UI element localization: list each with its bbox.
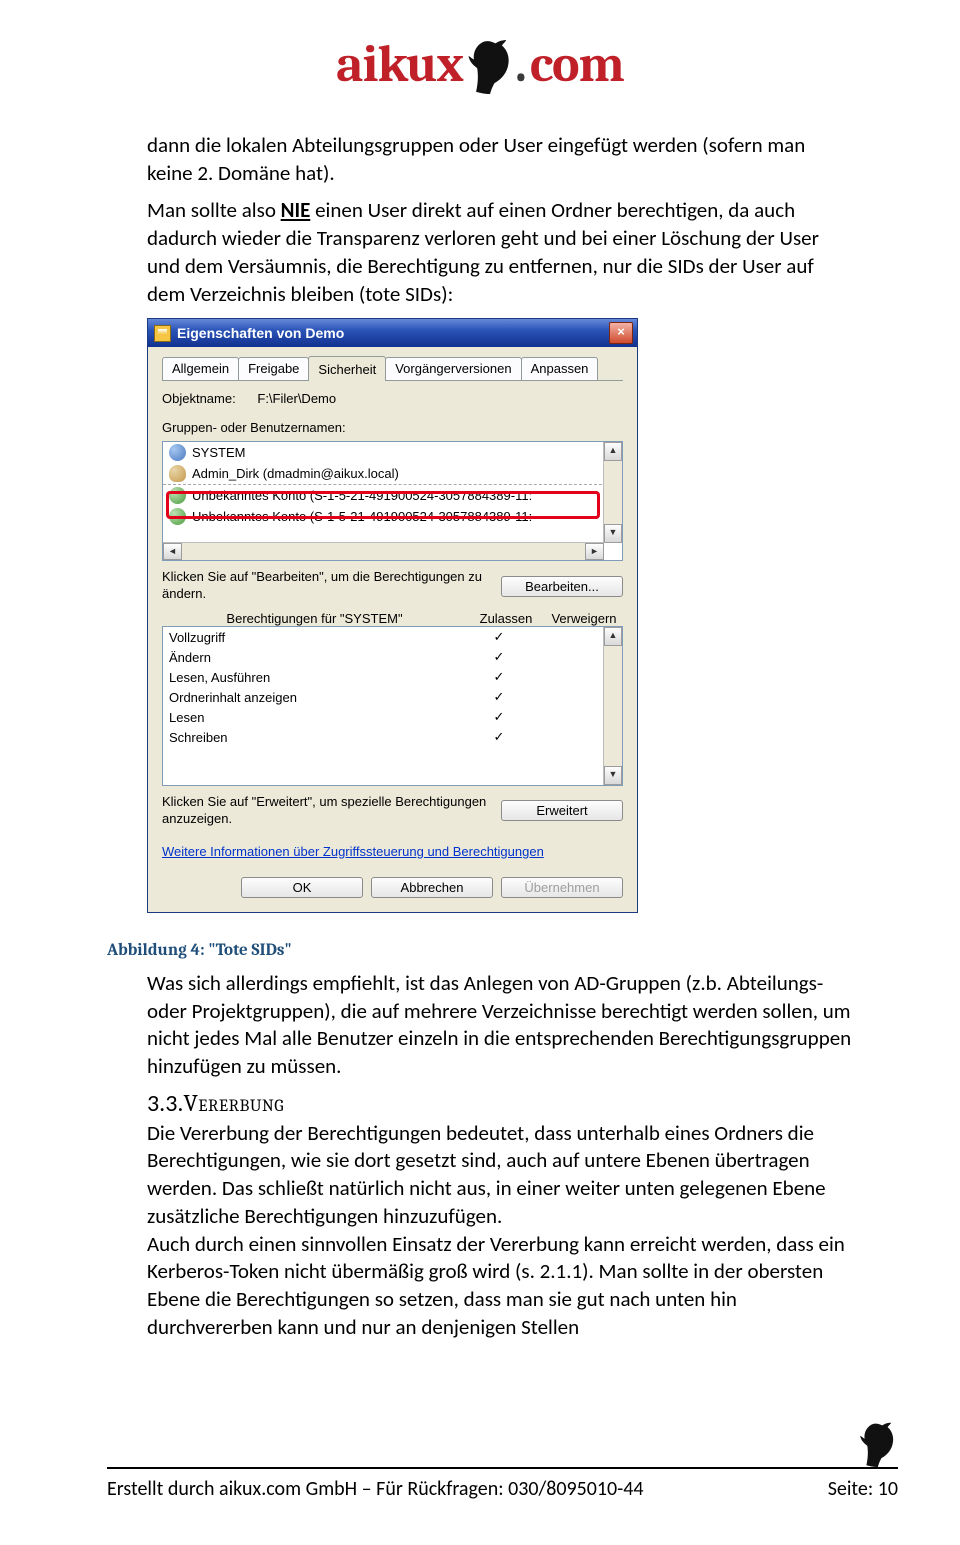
object-name-label: Objektname: bbox=[162, 391, 236, 406]
paragraph-5: Auch durch einen sinnvollen Einsatz der … bbox=[107, 1231, 853, 1342]
dialog-title: Eigenschaften von Demo bbox=[177, 325, 603, 341]
list-item: Unbekanntes Konto (S-1-5-21-491900524-30… bbox=[163, 506, 622, 527]
ok-button[interactable]: OK bbox=[241, 877, 363, 898]
permission-row: Lesen, Ausführen✓ bbox=[163, 667, 622, 687]
list-item: Unbekanntes Konto (S-1-5-21-491900524-30… bbox=[163, 485, 622, 506]
cancel-button[interactable]: Abbrechen bbox=[371, 877, 493, 898]
page-footer: Erstellt durch aikux.com GmbH – Für Rück… bbox=[107, 1469, 898, 1501]
scroll-up-icon[interactable]: ▲ bbox=[604, 442, 622, 461]
properties-dialog: Eigenschaften von Demo × Allgemein Freig… bbox=[147, 318, 638, 913]
permission-row: Schreiben✓ bbox=[163, 727, 622, 747]
tab-versionen[interactable]: Vorgängerversionen bbox=[385, 357, 521, 380]
crow-icon bbox=[859, 1421, 895, 1473]
permission-row: Ordnerinhalt anzeigen✓ bbox=[163, 687, 622, 707]
edit-button[interactable]: Bearbeiten... bbox=[501, 576, 623, 597]
permission-row: Lesen✓ bbox=[163, 707, 622, 727]
permissions-header: Berechtigungen für "SYSTEM" Zulassen Ver… bbox=[162, 611, 623, 626]
advanced-button[interactable]: Erweitert bbox=[501, 800, 623, 821]
paragraph-1: dann die lokalen Abteilungsgruppen oder … bbox=[107, 132, 853, 187]
logo-left: aikux bbox=[336, 34, 463, 94]
permissions-for-label: Berechtigungen für "SYSTEM" bbox=[162, 611, 467, 626]
groups-users-label: Gruppen- oder Benutzernamen: bbox=[162, 420, 623, 435]
tab-freigabe[interactable]: Freigabe bbox=[238, 357, 309, 380]
vertical-scrollbar[interactable]: ▲ ▼ bbox=[603, 442, 622, 543]
list-item: SYSTEM bbox=[163, 442, 622, 463]
horizontal-scrollbar[interactable]: ◄ ► bbox=[163, 542, 604, 560]
unknown-account-icon bbox=[169, 487, 186, 504]
footer-page: Seite: 10 bbox=[828, 1469, 898, 1501]
logo: aikux . com bbox=[0, 0, 960, 94]
vertical-scrollbar[interactable]: ▲ ▼ bbox=[603, 627, 622, 785]
scroll-up-icon[interactable]: ▲ bbox=[604, 627, 622, 646]
group-icon bbox=[169, 444, 186, 461]
tab-strip: Allgemein Freigabe Sicherheit Vorgängerv… bbox=[162, 355, 623, 381]
unknown-account-icon bbox=[169, 508, 186, 525]
permissions-listbox[interactable]: Vollzugriff✓ Ändern✓ Lesen, Ausführen✓ O… bbox=[162, 626, 623, 786]
tab-sicherheit[interactable]: Sicherheit bbox=[308, 356, 386, 381]
footer-left: Erstellt durch aikux.com GmbH – Für Rück… bbox=[107, 1469, 644, 1501]
check-icon: ✓ bbox=[460, 629, 538, 645]
advanced-hint: Klicken Sie auf "Erweitert", um speziell… bbox=[162, 794, 491, 828]
user-icon bbox=[169, 465, 186, 482]
heading-3-3: 3.3.Vererbung bbox=[107, 1089, 853, 1118]
deny-header: Verweigern bbox=[545, 611, 623, 626]
check-icon: ✓ bbox=[460, 729, 538, 745]
emphasis-nie: NIE bbox=[281, 197, 311, 223]
check-icon: ✓ bbox=[460, 709, 538, 725]
figure-caption: Abbildung 4: "Tote SIDs" bbox=[107, 941, 853, 960]
logo-dot: . bbox=[515, 34, 526, 94]
check-icon: ✓ bbox=[460, 689, 538, 705]
folder-icon bbox=[154, 325, 171, 342]
tab-anpassen[interactable]: Anpassen bbox=[521, 357, 599, 380]
scroll-down-icon[interactable]: ▼ bbox=[604, 524, 622, 543]
close-icon[interactable]: × bbox=[609, 322, 633, 344]
scroll-right-icon[interactable]: ► bbox=[585, 543, 604, 560]
paragraph-2: Man sollte also NIE einen User direkt au… bbox=[107, 197, 853, 308]
allow-header: Zulassen bbox=[467, 611, 545, 626]
tab-allgemein[interactable]: Allgemein bbox=[162, 357, 239, 380]
apply-button[interactable]: Übernehmen bbox=[501, 877, 623, 898]
permission-row: Ändern✓ bbox=[163, 647, 622, 667]
permission-row: Vollzugriff✓ bbox=[163, 627, 622, 647]
paragraph-4: Die Vererbung der Berechtigungen bedeute… bbox=[107, 1120, 853, 1231]
paragraph-3: Was sich allerdings empfiehlt, ist das A… bbox=[107, 970, 853, 1081]
object-name-row: Objektname: F:\Filer\Demo bbox=[162, 391, 623, 406]
check-icon: ✓ bbox=[460, 649, 538, 665]
dialog-titlebar: Eigenschaften von Demo × bbox=[148, 319, 637, 347]
crow-icon bbox=[467, 38, 511, 94]
logo-right: com bbox=[530, 34, 624, 94]
scroll-down-icon[interactable]: ▼ bbox=[604, 766, 622, 785]
users-listbox[interactable]: SYSTEM Admin_Dirk (dmadmin@aikux.local) … bbox=[162, 441, 623, 561]
scroll-left-icon[interactable]: ◄ bbox=[163, 543, 182, 560]
list-item: Admin_Dirk (dmadmin@aikux.local) bbox=[163, 463, 622, 485]
object-name-value: F:\Filer\Demo bbox=[257, 391, 336, 406]
edit-hint: Klicken Sie auf "Bearbeiten", um die Ber… bbox=[162, 569, 491, 603]
more-info-link[interactable]: Weitere Informationen über Zugriffssteue… bbox=[162, 844, 544, 859]
check-icon: ✓ bbox=[460, 669, 538, 685]
